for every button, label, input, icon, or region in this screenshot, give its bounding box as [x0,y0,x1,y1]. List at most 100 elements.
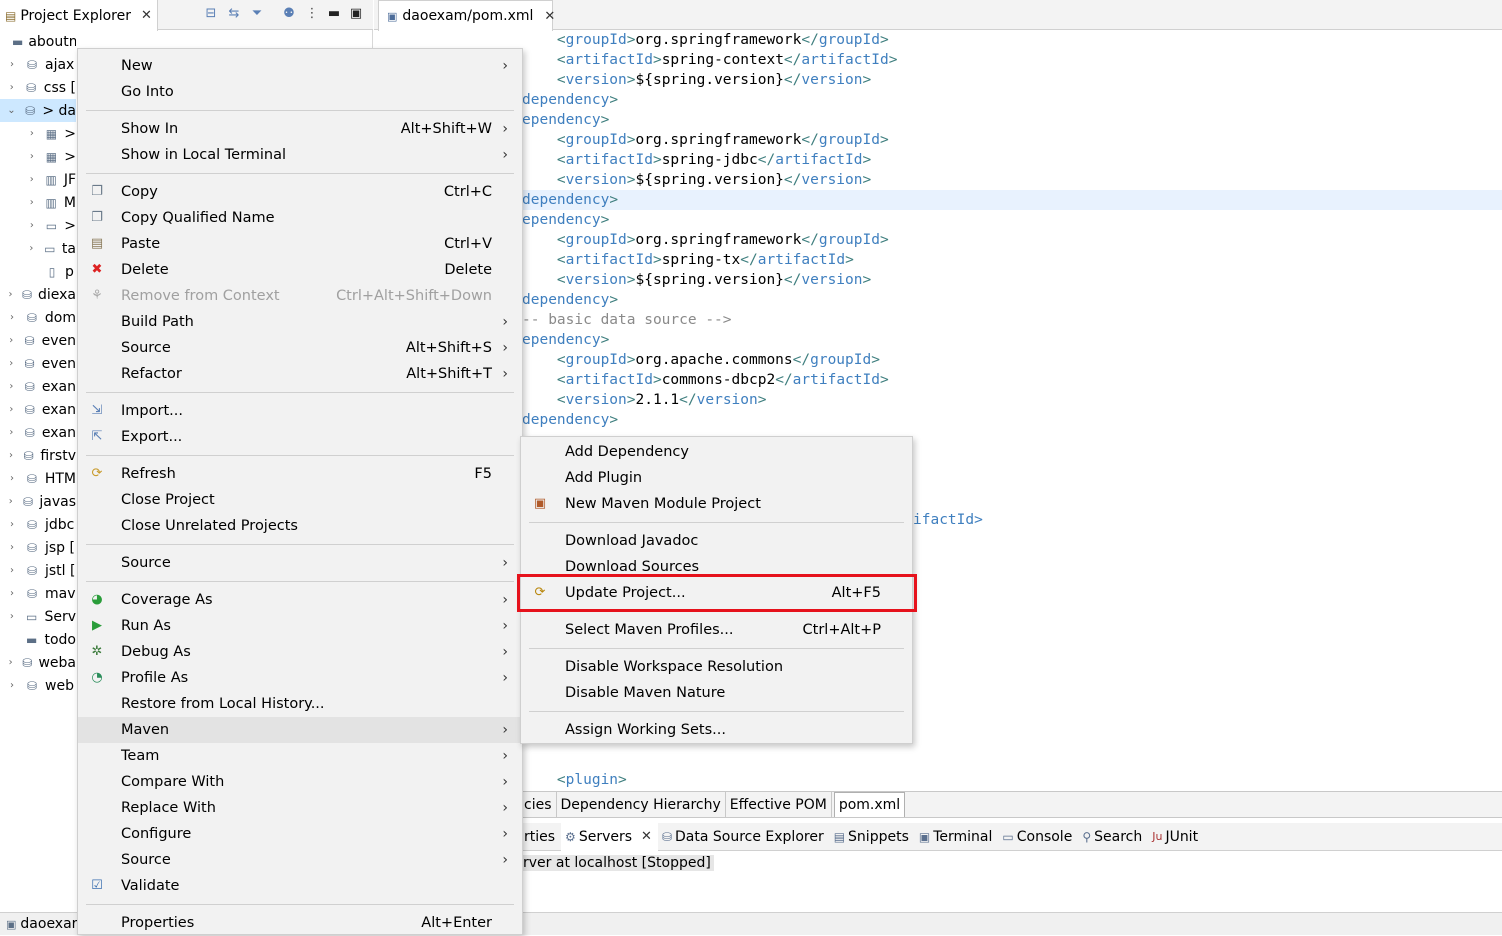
tab-pom-xml[interactable]: ▣ daoexam/pom.xml ✕ [378,0,555,31]
close-icon[interactable]: ✕ [141,8,152,23]
tree-item[interactable]: › ⛁ even [0,329,76,352]
menu-item-show-in-local-terminal[interactable]: Show in Local Terminal › [78,142,522,168]
menu-item-replace-with[interactable]: Replace With › [78,795,522,821]
expand-arrow-icon[interactable]: › [6,611,18,622]
tab-view-0[interactable]: rties [520,823,561,851]
expand-arrow-icon[interactable]: › [26,220,38,231]
tree-item[interactable]: › ⛁ css [ [0,76,76,99]
expand-arrow-icon[interactable]: › [6,680,18,691]
menu-item-export[interactable]: ⇱ Export... [78,424,522,450]
close-icon[interactable]: ✕ [641,829,652,844]
tree-item[interactable]: ▯ p [0,260,76,283]
expand-arrow-icon[interactable]: › [6,312,18,323]
menu-item-go-into[interactable]: Go Into [78,79,522,105]
tree-item[interactable]: › ⛁ ajax [0,53,76,76]
menu-item-show-in[interactable]: Show In Alt+Shift+W › [78,116,522,142]
focus-icon[interactable]: ⚉ [280,5,298,23]
tab-pom-2[interactable]: Effective POM [726,792,832,817]
tab-pom-3[interactable]: pom.xml [833,792,906,817]
menu-item-source[interactable]: Source Alt+Shift+S › [78,335,522,361]
expand-arrow-icon[interactable]: › [26,197,38,208]
menu-item-copy[interactable]: ❐ Copy Ctrl+C [78,179,522,205]
expand-arrow-icon[interactable]: › [6,59,18,70]
menu-item-source[interactable]: Source › [78,847,522,873]
menu-item-build-path[interactable]: Build Path › [78,309,522,335]
menu-item-close-unrelated-projects[interactable]: Close Unrelated Projects [78,513,522,539]
expand-arrow-icon[interactable]: › [6,427,17,438]
maximize-icon[interactable]: ▣ [347,5,365,23]
expand-arrow-icon[interactable]: › [6,496,16,507]
tab-pom-1[interactable]: Dependency Hierarchy [557,792,726,817]
close-icon[interactable]: ✕ [544,9,555,24]
menu-item-validate[interactable]: ☑ Validate [78,873,522,899]
menu-item-team[interactable]: Team › [78,743,522,769]
tree-item[interactable]: › ⛁ HTM [0,467,76,490]
tree-item[interactable]: ⌄ ⛁ > da [0,99,76,122]
expand-arrow-icon[interactable]: › [26,174,37,185]
tree-item[interactable]: › ⛁ dom [0,306,76,329]
menu-item-disable-maven-nature[interactable]: Disable Maven Nature [521,680,912,706]
menu-item-debug-as[interactable]: ✲ Debug As › [78,639,522,665]
tree-item[interactable]: › ⛁ web [0,674,76,697]
tab-view-4[interactable]: ▣ Terminal [915,823,999,851]
view-menu-icon[interactable]: ⋮ [303,5,321,23]
tree-item[interactable]: › ⛁ exan [0,421,76,444]
tree-item[interactable]: › ⛁ firstv [0,444,76,467]
tree-item[interactable]: › ⛁ exan [0,398,76,421]
menu-item-close-project[interactable]: Close Project [78,487,522,513]
expand-arrow-icon[interactable]: › [6,473,18,484]
tab-view-1[interactable]: ⚙ Servers ✕ [561,822,658,851]
expand-arrow-icon[interactable]: › [6,381,17,392]
menu-item-properties[interactable]: Properties Alt+Enter [78,910,522,936]
tree-item[interactable]: › ⛁ even [0,352,76,375]
collapse-all-icon[interactable]: ⊟ [202,5,220,23]
expand-arrow-icon[interactable]: › [6,289,15,300]
expand-arrow-icon[interactable]: › [26,128,38,139]
tab-view-3[interactable]: ▤ Snippets [830,823,915,851]
tree-item[interactable]: › ⛁ weba [0,651,76,674]
menu-item-run-as[interactable]: ▶ Run As › [78,613,522,639]
tree-item[interactable]: › ⛁ jstl [ [0,559,76,582]
menu-item-select-maven-profiles[interactable]: Select Maven Profiles... Ctrl+Alt+P [521,617,912,643]
tree-item[interactable]: › ▥ M [0,191,76,214]
menu-item-paste[interactable]: ▤ Paste Ctrl+V [78,231,522,257]
menu-item-delete[interactable]: ✖ Delete Delete [78,257,522,283]
menu-item-profile-as[interactable]: ◔ Profile As › [78,665,522,691]
tree-item[interactable]: › ▥ JF [0,168,76,191]
expand-arrow-icon[interactable]: ⌄ [6,105,17,116]
tab-view-7[interactable]: Ju JUnit [1148,823,1204,851]
expand-arrow-icon[interactable]: › [6,335,17,346]
menu-item-assign-working-sets[interactable]: Assign Working Sets... [521,717,912,743]
menu-item-compare-with[interactable]: Compare With › [78,769,522,795]
tree-item[interactable]: › ▦ > [0,122,76,145]
expand-arrow-icon[interactable]: › [6,404,17,415]
tree-item[interactable]: › ▦ > [0,145,76,168]
tree-item[interactable]: ▬ aboutme [0,30,76,53]
tree-item[interactable]: › ▭ Serv [0,605,76,628]
menu-item-import[interactable]: ⇲ Import... [78,398,522,424]
tree-item[interactable]: › ⛁ jsp [ [0,536,76,559]
menu-item-maven[interactable]: Maven › [78,717,522,743]
menu-item-restore-from-local-history[interactable]: Restore from Local History... [78,691,522,717]
expand-arrow-icon[interactable]: › [6,519,18,530]
link-with-editor-icon[interactable]: ⇆ [225,5,243,23]
tab-project-explorer[interactable]: ▤ Project Explorer ✕ [0,0,158,31]
menu-item-new-maven-module-project[interactable]: ▣ New Maven Module Project [521,491,912,517]
tree-item[interactable]: › ⛁ exan [0,375,76,398]
tree-item[interactable]: ▬ todo [0,628,76,651]
menu-item-add-plugin[interactable]: Add Plugin [521,465,912,491]
menu-item-refactor[interactable]: Refactor Alt+Shift+T › [78,361,522,387]
tree-item[interactable]: › ▭ > [0,214,76,237]
menu-item-disable-workspace-resolution[interactable]: Disable Workspace Resolution [521,654,912,680]
expand-arrow-icon[interactable]: › [6,542,18,553]
menu-item-download-javadoc[interactable]: Download Javadoc [521,528,912,554]
tree-item[interactable]: › ▭ ta [0,237,76,260]
expand-arrow-icon[interactable]: › [6,82,17,93]
expand-arrow-icon[interactable]: › [26,151,38,162]
tree-item[interactable]: › ⛁ jdbc [0,513,76,536]
minimize-icon[interactable]: ▬ [325,5,343,23]
tree-item[interactable]: › ⛁ mav [0,582,76,605]
tree-item[interactable]: › ⛁ diexa [0,283,77,306]
expand-arrow-icon[interactable]: › [26,243,37,254]
filter-icon[interactable]: ⏷ [248,5,266,23]
